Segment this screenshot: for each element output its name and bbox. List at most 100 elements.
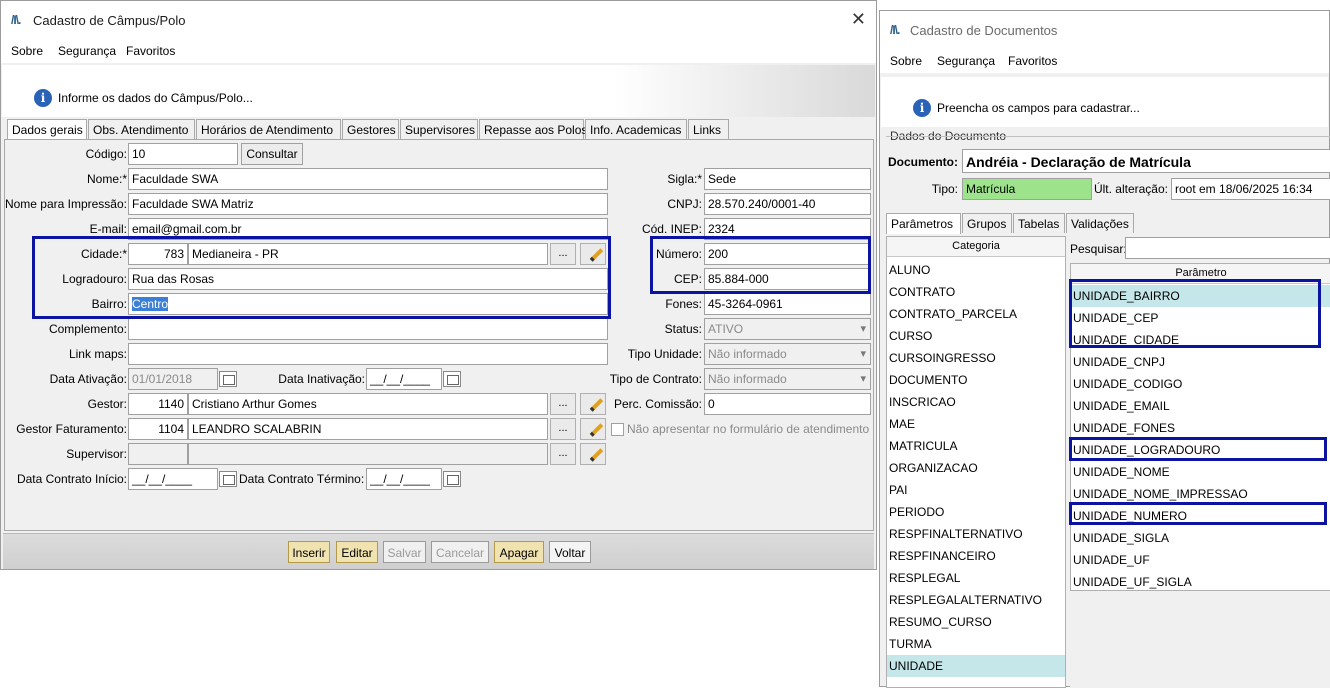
app-logo-icon-2: /I\. bbox=[890, 23, 900, 37]
list-item[interactable]: INSCRICAO bbox=[887, 391, 1065, 413]
data-contrato-inicio-calendar-icon[interactable] bbox=[219, 471, 237, 487]
codigo-field[interactable]: 10 bbox=[128, 143, 238, 165]
list-item[interactable]: CURSO bbox=[887, 325, 1065, 347]
list-item[interactable]: UNIDADE_FONES bbox=[1071, 417, 1330, 439]
data-contrato-termino-calendar-icon[interactable] bbox=[443, 471, 461, 487]
supervisor-edit-icon[interactable] bbox=[580, 443, 606, 465]
tab-obs-atendimento[interactable]: Obs. Atendimento bbox=[88, 119, 195, 139]
pesquisar-input[interactable] bbox=[1125, 237, 1330, 259]
gestor-search-button[interactable]: ... bbox=[550, 393, 576, 415]
perc-comissao-field[interactable]: 0 bbox=[704, 393, 871, 415]
label-nome-impressao: Nome para Impressão: bbox=[4, 197, 127, 211]
sigla-field[interactable]: Sede bbox=[704, 168, 871, 190]
gestor-code-field[interactable]: 1140 bbox=[128, 393, 188, 415]
tipo-field[interactable]: Matrícula bbox=[962, 178, 1092, 200]
list-item[interactable]: UNIDADE_EMAIL bbox=[1071, 395, 1330, 417]
list-item[interactable]: CURSOINGRESSO bbox=[887, 347, 1065, 369]
label-data-contrato-inicio: Data Contrato Início: bbox=[16, 472, 127, 486]
tab-validacoes[interactable]: Validações bbox=[1066, 213, 1134, 233]
editar-button[interactable]: Editar bbox=[336, 541, 378, 563]
list-item[interactable]: UNIDADE_CNPJ bbox=[1071, 351, 1330, 373]
list-item[interactable]: CONTRATO_PARCELA bbox=[887, 303, 1065, 325]
menu-favoritos[interactable]: Favoritos bbox=[126, 44, 175, 58]
highlight-box-logradouro bbox=[1069, 437, 1327, 461]
complemento-field[interactable] bbox=[128, 318, 608, 340]
gestor-name-field[interactable]: Cristiano Arthur Gomes bbox=[188, 393, 548, 415]
list-item[interactable]: RESPFINALTERNATIVO bbox=[887, 523, 1065, 545]
list-item[interactable]: RESPLEGAL bbox=[887, 567, 1065, 589]
menu-seguranca-2[interactable]: Segurança bbox=[937, 54, 995, 68]
tab-info-academicas[interactable]: Info. Academicas bbox=[585, 119, 687, 139]
cnpj-field[interactable]: 28.570.240/0001-40 bbox=[704, 193, 871, 215]
inserir-button[interactable]: Inserir bbox=[288, 541, 330, 563]
consultar-button[interactable]: Consultar bbox=[241, 143, 303, 165]
data-ativacao-field[interactable]: 01/01/2018 bbox=[128, 368, 218, 390]
tab-supervisores[interactable]: Supervisores bbox=[400, 119, 478, 139]
tipo-unidade-select[interactable]: Não informado bbox=[704, 343, 871, 365]
tab-horarios-atendimento[interactable]: Horários de Atendimento bbox=[196, 119, 341, 139]
list-item[interactable]: UNIDADE_UF bbox=[1071, 549, 1330, 571]
label-link-maps: Link maps: bbox=[68, 347, 127, 361]
fones-field[interactable]: 45-3264-0961 bbox=[704, 293, 871, 315]
list-item[interactable]: ALUNO bbox=[887, 259, 1065, 281]
tab-parametros[interactable]: Parâmetros bbox=[886, 213, 961, 234]
nome-impressao-field[interactable]: Faculdade SWA Matriz bbox=[128, 193, 608, 215]
tab-gestores[interactable]: Gestores bbox=[342, 119, 399, 139]
list-item[interactable]: RESUMO_CURSO bbox=[887, 611, 1065, 633]
label-status: Status: bbox=[664, 322, 702, 336]
cancelar-button[interactable]: Cancelar bbox=[431, 541, 489, 563]
data-inativacao-calendar-icon[interactable] bbox=[443, 371, 461, 387]
menu-sobre[interactable]: Sobre bbox=[11, 44, 43, 58]
menu-seguranca[interactable]: Segurança bbox=[58, 44, 116, 58]
list-item[interactable]: RESPLEGALALTERNATIVO bbox=[887, 589, 1065, 611]
list-item[interactable]: RESPFINANCEIRO bbox=[887, 545, 1065, 567]
data-ativacao-calendar-icon[interactable] bbox=[219, 371, 237, 387]
gestor-fat-name-field[interactable]: LEANDRO SCALABRIN bbox=[188, 418, 548, 440]
list-item[interactable]: MATRICULA bbox=[887, 435, 1065, 457]
documento-field[interactable]: Andréia - Declaração de Matrícula bbox=[962, 149, 1330, 173]
list-item[interactable]: UNIDADE_UF_SIGLA bbox=[1071, 571, 1330, 593]
gestor-fat-code-field[interactable]: 1104 bbox=[128, 418, 188, 440]
menu-sobre-2[interactable]: Sobre bbox=[890, 54, 922, 68]
campus-window: /I\. Cadastro de Câmpus/Polo ✕ Sobre Seg… bbox=[0, 0, 877, 570]
gestor-fat-edit-icon[interactable] bbox=[580, 418, 606, 440]
categoria-header[interactable]: Categoria bbox=[887, 237, 1065, 257]
data-contrato-termino-field[interactable]: __/__/____ bbox=[366, 468, 442, 490]
menu-favoritos-2[interactable]: Favoritos bbox=[1008, 54, 1057, 68]
list-item[interactable]: DOCUMENTO bbox=[887, 369, 1065, 391]
supervisor-code-field[interactable] bbox=[128, 443, 188, 465]
tab-links[interactable]: Links bbox=[688, 119, 729, 139]
status-select[interactable]: ATIVO bbox=[704, 318, 871, 340]
tab-grupos[interactable]: Grupos bbox=[962, 213, 1012, 233]
tab-tabelas[interactable]: Tabelas bbox=[1013, 213, 1065, 233]
tipo-label: Tipo: bbox=[931, 182, 958, 196]
highlight-box-numero-cep bbox=[650, 236, 871, 294]
list-item[interactable]: ORGANIZACAO bbox=[887, 457, 1065, 479]
supervisor-name-field[interactable] bbox=[188, 443, 548, 465]
tab-repasse-polos[interactable]: Repasse aos Polos bbox=[479, 119, 587, 139]
link-maps-field[interactable] bbox=[128, 343, 608, 365]
list-item[interactable]: TURMA bbox=[887, 633, 1065, 655]
apagar-button[interactable]: Apagar bbox=[494, 541, 544, 563]
voltar-button[interactable]: Voltar bbox=[549, 541, 591, 563]
tipo-contrato-select[interactable]: Não informado bbox=[704, 368, 871, 390]
list-item[interactable]: MAE bbox=[887, 413, 1065, 435]
supervisor-search-button[interactable]: ... bbox=[550, 443, 576, 465]
gestor-fat-search-button[interactable]: ... bbox=[550, 418, 576, 440]
list-item-selected[interactable]: UNIDADE bbox=[887, 655, 1065, 677]
list-item[interactable]: PERIODO bbox=[887, 501, 1065, 523]
categoria-list[interactable]: Categoria ALUNO CONTRATO CONTRATO_PARCEL… bbox=[886, 236, 1066, 688]
nome-field[interactable]: Faculdade SWA bbox=[128, 168, 608, 190]
label-fones: Fones: bbox=[665, 297, 702, 311]
salvar-button[interactable]: Salvar bbox=[383, 541, 426, 563]
list-item[interactable]: UNIDADE_CODIGO bbox=[1071, 373, 1330, 395]
list-item[interactable]: UNIDADE_SIGLA bbox=[1071, 527, 1330, 549]
list-item[interactable]: UNIDADE_NOME bbox=[1071, 461, 1330, 483]
data-contrato-inicio-field[interactable]: __/__/____ bbox=[128, 468, 218, 490]
list-item[interactable]: CONTRATO bbox=[887, 281, 1065, 303]
close-icon[interactable]: ✕ bbox=[851, 9, 866, 30]
tab-dados-gerais[interactable]: Dados gerais bbox=[7, 119, 87, 140]
nao-apresentar-checkbox[interactable] bbox=[611, 423, 624, 436]
data-inativacao-field[interactable]: __/__/____ bbox=[366, 368, 442, 390]
list-item[interactable]: PAI bbox=[887, 479, 1065, 501]
